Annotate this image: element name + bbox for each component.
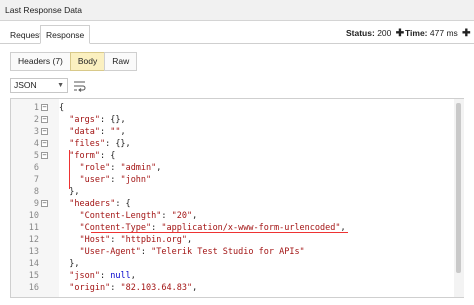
line-number: 14 bbox=[28, 259, 39, 269]
fold-toggle-icon[interactable]: − bbox=[41, 104, 48, 111]
line-number: 15 bbox=[28, 271, 39, 281]
code-text: "form": { bbox=[69, 151, 116, 161]
format-select[interactable]: JSON ▼ bbox=[10, 78, 68, 93]
line-number: 6 bbox=[33, 163, 39, 173]
response-body-editor[interactable]: 1−{2− "args": {}, 3− "data": "", 4− "files… bbox=[10, 98, 464, 298]
code-text: "user": "john" bbox=[79, 175, 152, 185]
code-text: "origin": "82.103.64.83", bbox=[69, 283, 198, 293]
line-number: 13 bbox=[28, 247, 39, 257]
code-line: 2− "args": {}, bbox=[11, 114, 454, 126]
tab-raw[interactable]: Raw bbox=[104, 52, 138, 71]
code-line: 15 "json": null, bbox=[11, 270, 454, 282]
line-number: 9 bbox=[33, 199, 39, 209]
line-number: 2 bbox=[33, 115, 39, 125]
line-number: 8 bbox=[33, 187, 39, 197]
status-value: 200 bbox=[377, 28, 392, 38]
code-line: 4− "files": {}, bbox=[11, 138, 454, 150]
line-number: 12 bbox=[28, 235, 39, 245]
code-line: 5− "form": { bbox=[11, 150, 454, 162]
line-number: 4 bbox=[33, 139, 39, 149]
line-number: 5 bbox=[33, 151, 39, 161]
code-text: "data": "", bbox=[69, 127, 126, 137]
code-line: 6 "role": "admin", bbox=[11, 162, 454, 174]
code-text: "role": "admin", bbox=[79, 163, 162, 173]
code-line: 16 "origin": "82.103.64.83", bbox=[11, 282, 454, 294]
chevron-down-icon: ▼ bbox=[57, 82, 64, 89]
line-number: 11 bbox=[28, 223, 39, 233]
line-number: 16 bbox=[28, 283, 39, 293]
line-number: 7 bbox=[33, 175, 39, 185]
window-titlebar: Last Response Data bbox=[0, 0, 474, 21]
format-selected-value: JSON bbox=[14, 80, 37, 90]
tab-body[interactable]: Body bbox=[69, 52, 106, 71]
code-line: 13 "User-Agent": "Telerik Test Studio fo… bbox=[11, 246, 454, 258]
plus-icon[interactable]: ✚ bbox=[396, 28, 404, 39]
vertical-scrollbar[interactable] bbox=[454, 99, 464, 297]
line-number: 1 bbox=[33, 103, 39, 113]
code-line: 12 "Host": "httpbin.org", bbox=[11, 234, 454, 246]
response-view-tabs: Headers (7) Body Raw bbox=[10, 52, 138, 71]
code-line: 9− "headers": { bbox=[11, 198, 454, 210]
time-value: 477 ms bbox=[429, 28, 458, 38]
code-text: "args": {}, bbox=[69, 115, 126, 125]
code-line: 3− "data": "", bbox=[11, 126, 454, 138]
code-text: "Content-Length": "20", bbox=[79, 211, 198, 221]
form-highlight-mark bbox=[69, 150, 70, 189]
fold-toggle-icon[interactable]: − bbox=[41, 128, 48, 135]
tab-headers[interactable]: Headers (7) bbox=[10, 52, 71, 71]
scrollbar-thumb[interactable] bbox=[456, 103, 461, 273]
fold-toggle-icon[interactable]: − bbox=[41, 116, 48, 123]
code-text: "Host": "httpbin.org", bbox=[79, 235, 193, 245]
status-stat: Status: 200 ✚ bbox=[346, 28, 404, 39]
code-line: 8 }, bbox=[11, 186, 454, 198]
code-text: "headers": { bbox=[69, 199, 131, 209]
code-line: 10 "Content-Length": "20", bbox=[11, 210, 454, 222]
code-text: }, bbox=[59, 259, 80, 269]
word-wrap-icon[interactable] bbox=[73, 79, 87, 92]
response-tabs: Request Response Status: 200 ✚ Time: 477… bbox=[0, 22, 474, 44]
line-number: 3 bbox=[33, 127, 39, 137]
window-title: Last Response Data bbox=[5, 5, 83, 15]
time-stat: Time: 477 ms ✚ bbox=[405, 28, 471, 39]
code-text: { bbox=[59, 103, 65, 113]
code-line: 14 }, bbox=[11, 258, 454, 270]
tab-response[interactable]: Response bbox=[40, 25, 91, 44]
time-label: Time: bbox=[405, 28, 428, 38]
code-line: 1− { bbox=[11, 102, 454, 114]
plus-icon[interactable]: ✚ bbox=[462, 28, 470, 39]
code-text: "User-Agent": "Telerik Test Studio for A… bbox=[79, 247, 305, 257]
code-text: "json": null, bbox=[69, 271, 136, 281]
status-label: Status: bbox=[346, 28, 375, 38]
fold-toggle-icon[interactable]: − bbox=[41, 200, 48, 207]
line-number: 10 bbox=[28, 211, 39, 221]
content-type-underline bbox=[91, 232, 348, 233]
code-text: "files": {}, bbox=[69, 139, 131, 149]
code-line: 7 "user": "john" bbox=[11, 174, 454, 186]
fold-toggle-icon[interactable]: − bbox=[41, 140, 48, 147]
fold-toggle-icon[interactable]: − bbox=[41, 152, 48, 159]
